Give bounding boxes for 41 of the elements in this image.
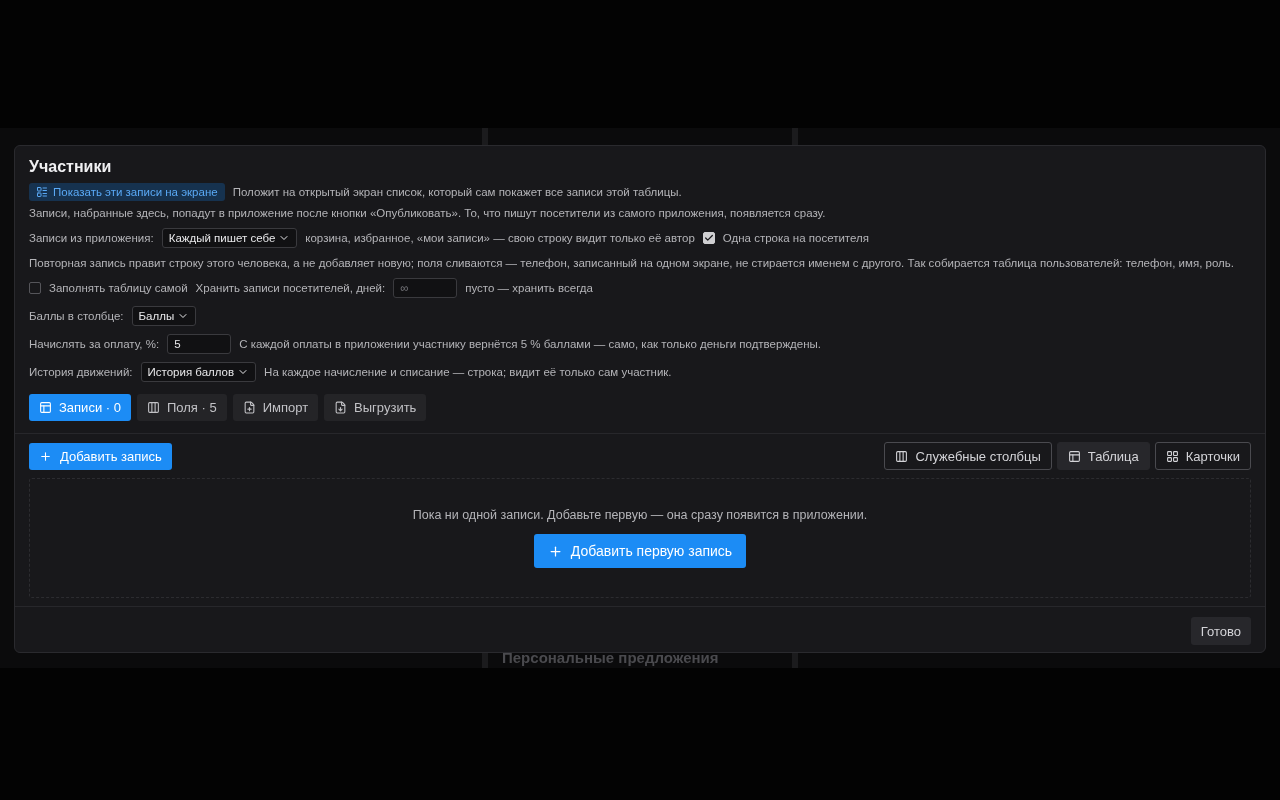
- empty-message: Пока ни одной записи. Добавьте первую — она сразу появится в приложении.: [412, 508, 868, 522]
- field-label: История движений:: [29, 366, 133, 378]
- note-text: Повторная запись правит строку этого человека, а не добавляет новую; поля сливаются — телефон, записанный на одном экране, не стирается именем с другого. Так собирается таблица пользователей: телефон, имя, роль.: [29, 257, 1234, 269]
- dialog-title: Участники: [29, 158, 113, 176]
- input-field[interactable]: 5: [167, 334, 232, 354]
- section-title: Персональные предложения: [502, 649, 720, 666]
- list-icon: [36, 186, 48, 198]
- hint-text: С каждой оплаты в приложении участнику вернётся 5 % баллами — само, как только деньги подтверждены.: [239, 338, 821, 350]
- checkbox-label: Заполнять таблицу самой: [49, 282, 188, 294]
- table-icon: [1067, 449, 1081, 463]
- checkbox[interactable]: [29, 282, 41, 294]
- tab[interactable]: Импорт: [232, 394, 319, 421]
- field-label: Хранить записи посетителей, дней:: [195, 282, 386, 294]
- tab[interactable]: Выгрузить: [324, 394, 427, 421]
- view-button[interactable]: Служебные столбцы: [884, 442, 1052, 470]
- hint-text: пусто — хранить всегда: [465, 282, 593, 294]
- file-down-icon: [334, 401, 348, 414]
- field-label: Баллы в столбце:: [29, 310, 124, 322]
- tab[interactable]: Поля · 5: [136, 394, 227, 421]
- columns-icon: [146, 401, 160, 414]
- plus-icon: [547, 543, 563, 559]
- hint-text: Положит на открытый экран список, который сам покажет все записи этой таблицы.: [232, 186, 682, 198]
- table-icon: [39, 401, 52, 414]
- show-on-screen-button[interactable]: Показать эти записи на экране: [29, 183, 225, 201]
- field-label: Записи из приложения:: [29, 232, 154, 244]
- note-text: Записи, набранные здесь, попадут в приложение после кнопки «Опубликовать». То, что пишут посетители из самого приложения, появляется сразу.: [29, 207, 826, 219]
- view-button[interactable]: Карточки: [1154, 442, 1251, 470]
- grid-icon: [1165, 449, 1179, 463]
- checkbox-label: Одна строка на посетителя: [722, 232, 869, 244]
- select[interactable]: Баллы: [131, 306, 197, 326]
- done-button[interactable]: Готово: [1190, 617, 1251, 645]
- file-plus-icon: [242, 401, 256, 414]
- plus-icon: [39, 449, 52, 463]
- field-label: Начислять за оплату, %:: [29, 338, 160, 350]
- hint-text: На каждое начисление и списание — строка; видит её только сам участник.: [264, 366, 672, 378]
- input-field[interactable]: ∞: [393, 278, 458, 298]
- columns-icon: [895, 449, 909, 463]
- view-button[interactable]: Таблица: [1056, 442, 1150, 470]
- select[interactable]: История баллов: [140, 362, 257, 382]
- select[interactable]: Каждый пишет себе: [161, 228, 298, 248]
- hint-text: корзина, избранное, «мои записи» — свою строку видит только её автор: [305, 232, 695, 244]
